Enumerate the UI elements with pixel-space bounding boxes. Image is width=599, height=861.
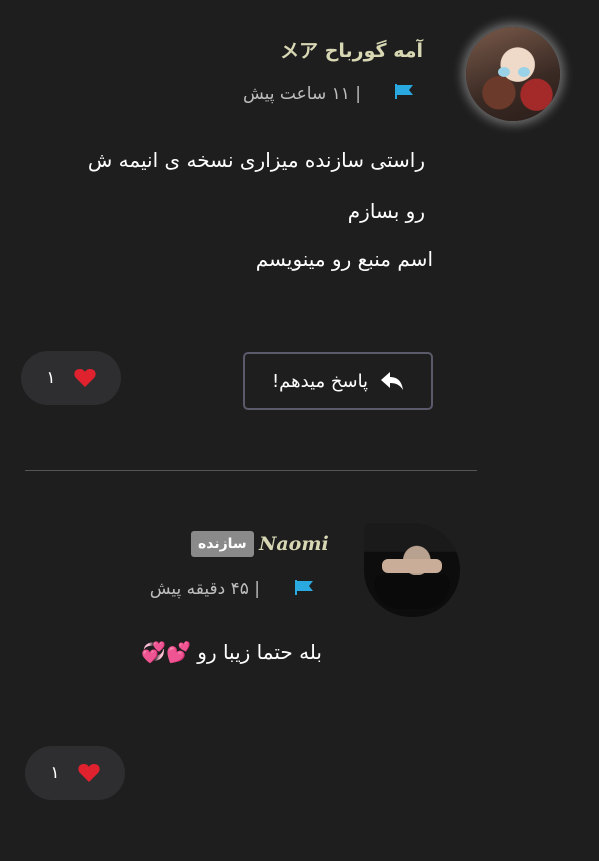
username[interactable]: Naomi [259,533,329,555]
creator-badge: سازنده [191,531,254,557]
avatar[interactable] [466,27,560,121]
reply-label: پاسخ میدهم! [271,370,369,392]
heart-icon [73,369,96,387]
avatar-face [382,559,442,573]
comment-line: رو بسازم [347,199,425,223]
flag-icon[interactable] [295,580,313,595]
reply-arrow-icon [381,372,404,390]
avatar-eye [498,67,510,77]
avatar[interactable] [364,523,460,617]
comment-line: اسم منبع رو مینویسم [255,247,433,271]
like-count: ۱ [50,763,60,783]
username[interactable]: メア آمه گورباح [280,36,423,63]
comment-line: بله حتما زیبا رو 💕💞 [141,640,322,664]
flag-icon[interactable] [395,84,413,99]
avatar-eye [518,67,530,77]
timestamp: | ۱۱ ساعت پیش [242,84,361,104]
reply-button[interactable]: پاسخ میدهم! [243,352,433,410]
like-count: ۱ [46,368,56,388]
divider [25,470,477,471]
heart-icon [77,764,100,782]
avatar-mask [374,575,450,609]
like-button[interactable]: ۱ [21,351,121,405]
timestamp: | ۴۵ دقیقه پیش [149,579,260,599]
like-button[interactable]: ۱ [25,746,125,800]
comment-line: راستی سازنده میزاری نسخه ی انیمه ش [87,148,425,172]
